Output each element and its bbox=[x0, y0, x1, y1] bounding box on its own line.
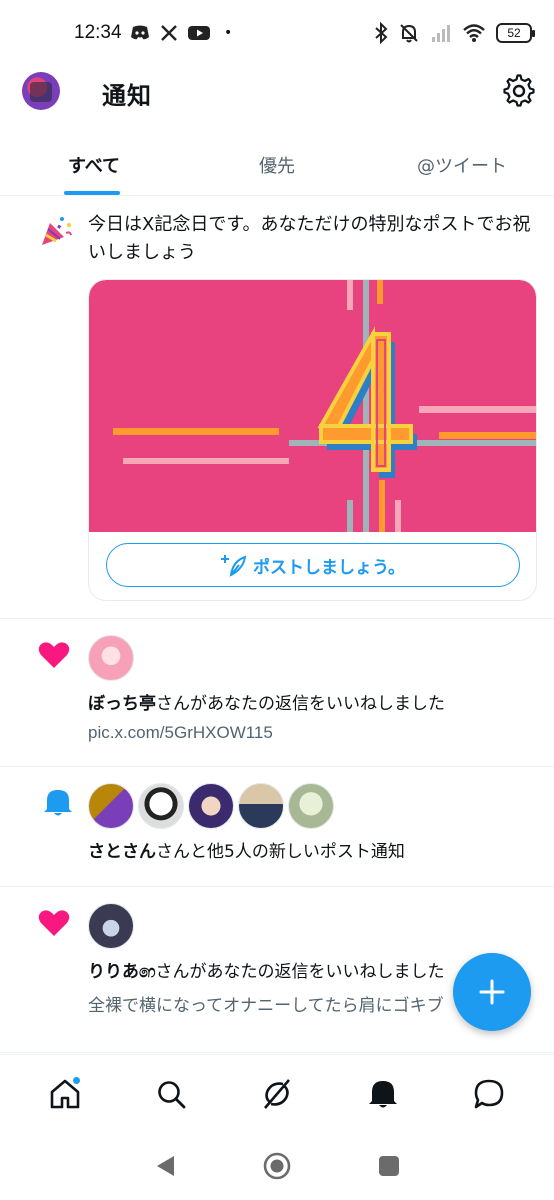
avatar-row bbox=[88, 887, 536, 951]
heart-icon bbox=[38, 642, 70, 668]
compose-post-button[interactable]: ポストしましょう。 bbox=[106, 543, 520, 587]
page-title: 通知 bbox=[102, 82, 152, 110]
bottom-navigation bbox=[0, 1054, 554, 1132]
avatar[interactable] bbox=[88, 903, 134, 949]
avatar[interactable] bbox=[88, 635, 134, 681]
status-more-dot: • bbox=[224, 25, 233, 41]
search-icon bbox=[158, 1080, 186, 1108]
anniversary-image bbox=[89, 280, 536, 532]
heart-icon bbox=[38, 910, 70, 936]
bell-icon bbox=[369, 1080, 397, 1107]
like-notification[interactable]: ぼっち亭さんがあなたの返信をいいねしました pic.x.com/5GrHXOW1… bbox=[0, 619, 554, 767]
feather-plus-icon bbox=[221, 555, 247, 577]
battery-indicator: 52 bbox=[496, 23, 535, 43]
nav-home[interactable] bbox=[37, 1066, 93, 1122]
plus-icon bbox=[479, 979, 505, 1005]
avatar-row bbox=[88, 767, 536, 831]
notification-text: ぼっち亭さんがあなたの返信をいいねしました bbox=[88, 694, 445, 714]
status-system-icons: 52 bbox=[374, 20, 535, 46]
avatar-row bbox=[88, 619, 536, 683]
user-name[interactable]: ぼっち亭 bbox=[88, 694, 156, 714]
bell-icon bbox=[44, 790, 72, 816]
post-link[interactable]: pic.x.com/5GrHXOW115 bbox=[88, 723, 536, 743]
notification-feed: 今日はX記念日です。あなただけの特別なポストでお祝いしましょう ポストしましょう… bbox=[0, 197, 554, 1083]
avatar[interactable] bbox=[238, 783, 284, 829]
status-notification-icons: • bbox=[130, 22, 232, 44]
anniversary-card: ポストしましょう。 bbox=[88, 279, 537, 601]
grok-icon bbox=[264, 1078, 290, 1109]
avatar[interactable] bbox=[188, 783, 234, 829]
home-circle-icon[interactable] bbox=[262, 1151, 292, 1181]
compose-post-label: ポストしましょう。 bbox=[253, 557, 405, 578]
tab-all[interactable]: すべて bbox=[0, 138, 184, 195]
tab-mentions[interactable]: @ツイート bbox=[370, 138, 554, 195]
signal-icon bbox=[432, 25, 450, 42]
youtube-icon bbox=[188, 26, 210, 40]
user-name[interactable]: さとさん bbox=[88, 842, 156, 862]
gear-icon[interactable] bbox=[502, 74, 536, 108]
profile-avatar[interactable] bbox=[22, 72, 60, 110]
mute-bell-icon bbox=[400, 24, 418, 43]
user-name[interactable]: りりあ෨ bbox=[88, 962, 156, 982]
nav-search[interactable] bbox=[143, 1066, 199, 1122]
recents-icon[interactable] bbox=[378, 1155, 400, 1177]
message-icon bbox=[474, 1079, 504, 1108]
status-time: 12:34 bbox=[74, 22, 122, 43]
bluetooth-icon bbox=[375, 22, 388, 44]
nav-messages[interactable] bbox=[461, 1066, 517, 1122]
discord-icon bbox=[131, 25, 149, 40]
post-notification[interactable]: さとさんさんと他5人の新しいポスト通知 bbox=[0, 767, 554, 887]
anniversary-message: 今日はX記念日です。あなただけの特別なポストでお祝いしましょう bbox=[88, 214, 531, 263]
party-popper-icon bbox=[42, 217, 72, 245]
avatar[interactable] bbox=[88, 783, 134, 829]
status-bar: 12:34 • 52 bbox=[0, 0, 554, 64]
back-icon[interactable] bbox=[154, 1154, 176, 1178]
nav-grok[interactable] bbox=[249, 1066, 305, 1122]
avatar[interactable] bbox=[138, 783, 184, 829]
new-post-fab[interactable] bbox=[453, 953, 531, 1031]
wifi-icon bbox=[463, 24, 485, 42]
unread-dot bbox=[72, 1075, 81, 1085]
avatar[interactable] bbox=[288, 783, 334, 829]
tab-priority[interactable]: 優先 bbox=[184, 138, 370, 195]
anniversary-notification[interactable]: 今日はX記念日です。あなただけの特別なポストでお祝いしましょう ポストしましょう… bbox=[0, 197, 554, 619]
nav-notifications[interactable] bbox=[355, 1066, 411, 1122]
system-navigation bbox=[0, 1132, 554, 1200]
notification-tabs: すべて 優先 @ツイート bbox=[0, 138, 554, 196]
app-header: 通知 bbox=[0, 64, 554, 120]
number-four-shape bbox=[317, 326, 417, 478]
x-logo-icon bbox=[161, 25, 177, 41]
notification-text: さとさんさんと他5人の新しいポスト通知 bbox=[88, 842, 405, 862]
